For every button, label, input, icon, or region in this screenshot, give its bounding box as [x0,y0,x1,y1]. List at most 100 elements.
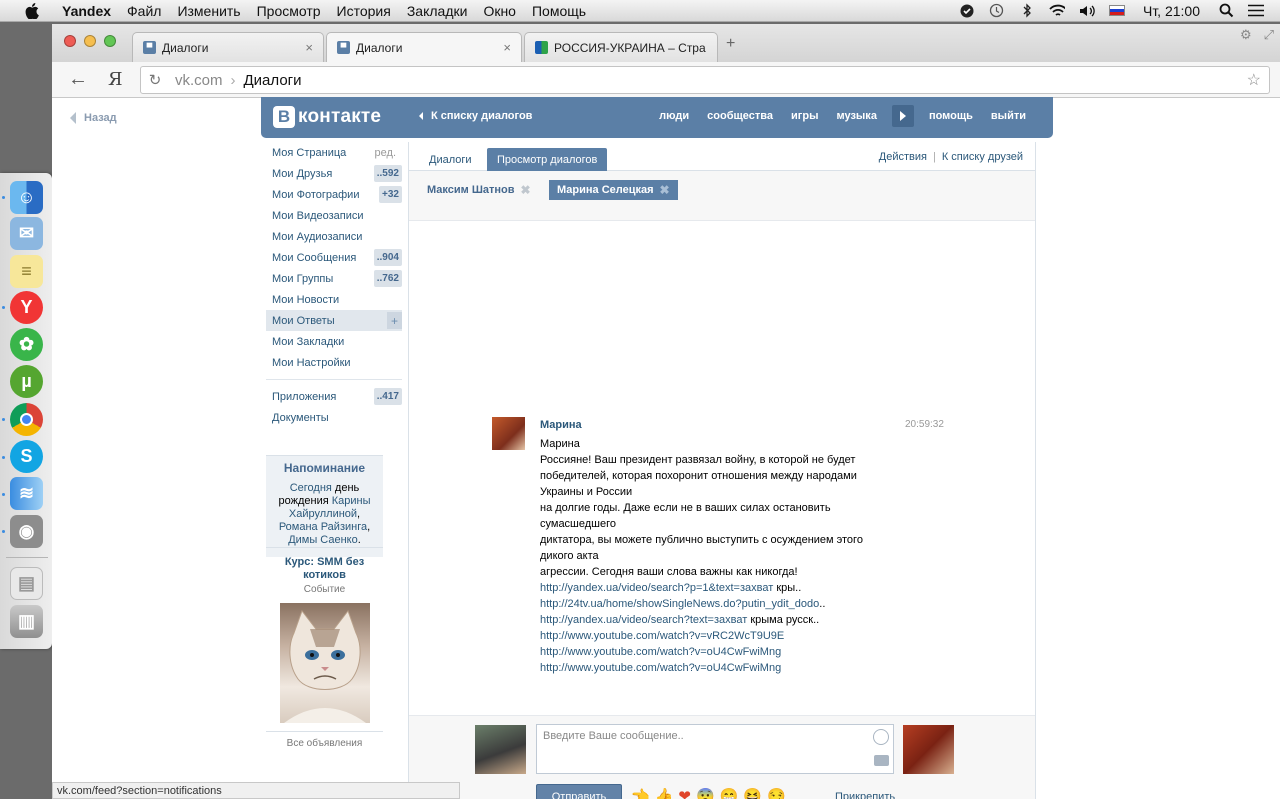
message-link[interactable]: http://www.youtube.com/watch?v=oU4CwFwiM… [540,646,781,658]
actions-link[interactable]: Действия [879,151,927,163]
nav-people[interactable]: люди [650,104,698,128]
message-link[interactable]: http://yandex.ua/video/search?text=захва… [540,614,747,626]
camera-icon[interactable] [874,755,889,766]
stickies-icon[interactable]: ≡ [10,255,43,288]
apple-icon[interactable] [22,2,42,20]
sidebar-item-answers[interactable]: Мои Ответы + [266,310,402,331]
menu-edit[interactable]: Изменить [169,3,248,19]
message-time[interactable]: 20:59:32 [905,419,944,430]
url-field[interactable]: ↻ vk.com › Диалоги ☆ [140,66,1270,94]
russia-flag-icon[interactable] [1108,5,1125,16]
sidebar-item-audio[interactable]: Мои Аудиозаписи [266,226,402,247]
all-ads-link[interactable]: Все объявления [266,731,383,749]
smile-icon[interactable] [873,729,889,745]
message-link[interactable]: http://24tv.ua/home/showSingleNews.do?pu… [540,598,819,610]
close-icon[interactable]: ✖ [660,183,670,197]
vk-logo[interactable]: В контакте [273,106,381,128]
volume-icon[interactable] [1079,3,1095,19]
edit-link[interactable]: ред. [375,147,402,159]
avatar[interactable] [492,417,525,450]
icq-icon[interactable]: ✿ [10,328,43,361]
finder-icon[interactable]: ☺ [10,181,43,214]
emoji-smirk-icon[interactable]: 😏 [767,787,786,799]
close-window-button[interactable] [64,35,76,47]
nav-music[interactable]: музыка [827,104,885,128]
image-capture-icon[interactable]: ◉ [10,515,43,548]
sidebar-item-settings[interactable]: Мои Настройки [266,352,402,373]
sidebar-item-videos[interactable]: Мои Видеозаписи [266,205,402,226]
chrome-icon[interactable] [10,403,43,436]
message-link[interactable]: http://www.youtube.com/watch?v=oU4CwFwiM… [540,662,781,674]
back-link[interactable]: Назад [70,112,117,124]
emoji-heart-icon[interactable]: ❤ [678,787,691,799]
tab-view-dialogs[interactable]: Просмотр диалогов [487,148,608,171]
sidebar-item-bookmarks[interactable]: Мои Закладки [266,331,402,352]
send-button[interactable]: Отправить [536,784,622,799]
reload-icon[interactable]: ↻ [141,71,169,89]
birthday-link-roman[interactable]: Романа Райзинга [279,521,367,533]
back-button[interactable]: ← [68,68,88,91]
plus-icon[interactable]: + [387,312,402,329]
close-icon[interactable]: ✖ [521,183,531,197]
time-machine-icon[interactable] [989,3,1005,19]
new-tab-button[interactable]: + [726,35,735,53]
birthday-link-dima[interactable]: Димы Саенко [288,534,358,546]
fish-icon[interactable]: ≋ [10,477,43,510]
play-icon[interactable] [891,105,914,127]
peer-avatar[interactable] [903,725,954,774]
emoji-point-icon[interactable]: 👈 [631,787,650,799]
minimize-window-button[interactable] [84,35,96,47]
bluetooth-icon[interactable] [1019,3,1035,19]
nav-communities[interactable]: сообщества [698,104,782,128]
search-icon[interactable] [1218,3,1234,19]
nuke-icon[interactable] [959,3,975,19]
tab-dialogs-2[interactable]: ▀ Диалоги × [326,32,522,62]
sidebar-item-photos[interactable]: Мои Фотографии +32 [266,184,402,205]
skype-icon[interactable]: S [10,440,43,473]
menu-file[interactable]: Файл [119,3,169,19]
ad-image[interactable] [279,603,370,723]
close-icon[interactable]: × [305,40,313,55]
emoji-grin-icon[interactable]: 😁 [720,787,739,799]
sidebar-item-groups[interactable]: Мои Группы ..762 [266,268,402,289]
menu-view[interactable]: Просмотр [249,3,329,19]
sidebar-item-news[interactable]: Мои Новости [266,289,402,310]
menu-bookmarks[interactable]: Закладки [399,3,476,19]
fullscreen-icon[interactable]: ⤢ [1264,27,1274,43]
app-menu[interactable]: Yandex [54,3,119,19]
close-icon[interactable]: × [503,40,511,55]
sidebar-item-apps[interactable]: Приложения ..417 [266,386,402,407]
tab-dialogs-1[interactable]: ▀ Диалоги × [132,32,324,62]
wifi-icon[interactable] [1049,3,1065,19]
zoom-window-button[interactable] [104,35,116,47]
sidebar-item-friends[interactable]: Мои Друзья ..592 [266,163,402,184]
clock[interactable]: Чт, 21:00 [1139,3,1204,19]
emoji-laugh-icon[interactable]: 😆 [743,787,762,799]
message-input[interactable]: Введите Ваше сообщение.. [536,724,894,774]
menu-help[interactable]: Помощь [524,3,594,19]
message-link[interactable]: http://www.youtube.com/watch?v=vRC2WcT9U… [540,630,784,642]
trash-icon[interactable]: ▥ [10,605,43,638]
mail-icon[interactable]: ✉ [10,217,43,250]
sidebar-item-messages[interactable]: Мои Сообщения ..904 [266,247,402,268]
nav-help[interactable]: помощь [920,104,982,128]
utorrent-icon[interactable]: µ [10,365,43,398]
participant-chip[interactable]: Максим Шатнов ✖ [419,180,539,200]
attach-link[interactable]: Прикрепить [835,791,895,799]
nav-games[interactable]: игры [782,104,827,128]
yandex-browser-icon[interactable]: Y [10,291,43,324]
to-friends-list-link[interactable]: К списку друзей [942,151,1023,163]
nav-logout[interactable]: выйти [982,104,1035,128]
message-link[interactable]: http://yandex.ua/video/search?p=1&text=з… [540,582,773,594]
menu-window[interactable]: Окно [475,3,524,19]
menu-history[interactable]: История [329,3,399,19]
settings-icon[interactable]: ⚙ [1240,27,1252,43]
to-dialogs-list-link[interactable]: К списку диалогов [419,110,532,122]
tab-russia-ukraine[interactable]: РОССИЯ-УКРАИНА – Стра [524,32,718,62]
my-avatar[interactable] [475,725,526,774]
reminder-today-link[interactable]: Сегодня [290,482,332,494]
list-icon[interactable] [1248,3,1264,19]
tab-dialogs[interactable]: Диалоги [419,148,482,171]
sidebar-item-documents[interactable]: Документы [266,407,402,428]
sidebar-item-my-page[interactable]: Моя Страница ред. [266,142,402,163]
